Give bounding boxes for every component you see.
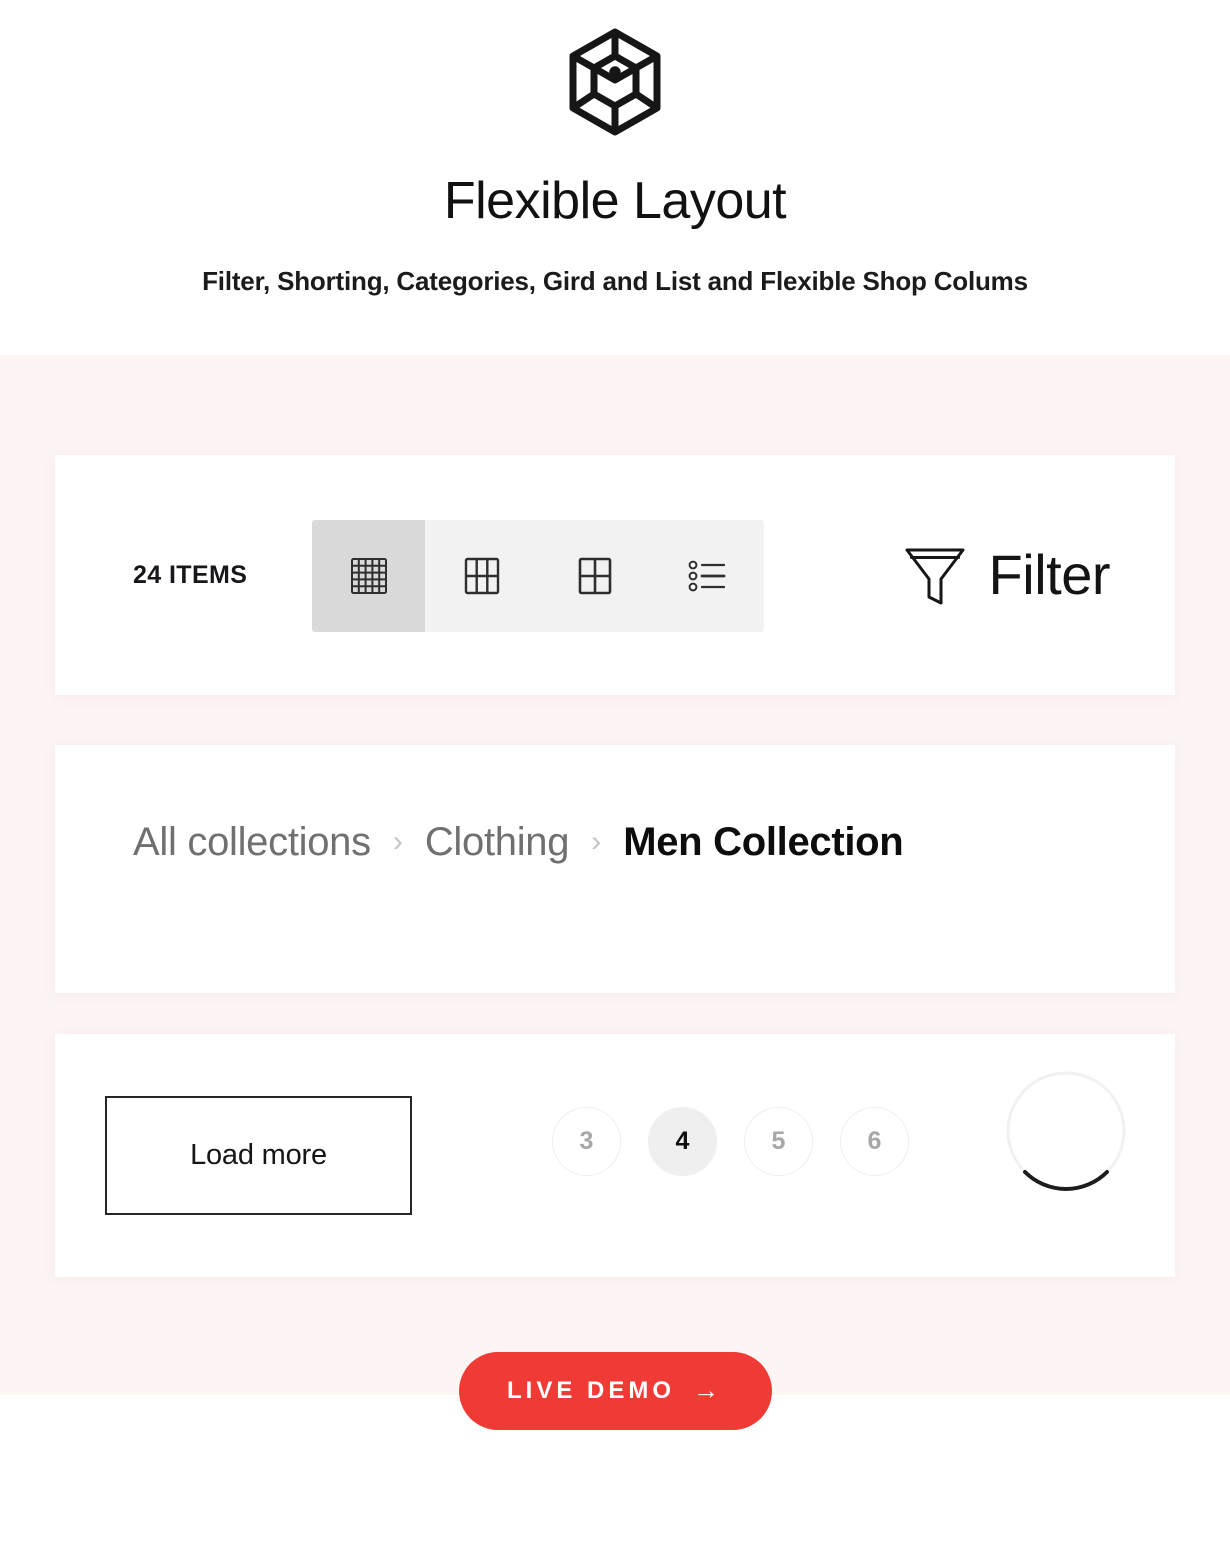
grid-dense-icon — [349, 556, 389, 596]
page-number-5[interactable]: 5 — [744, 1107, 813, 1176]
pagination-row: Load more 3 4 5 6 — [55, 1034, 1175, 1277]
view-mode-toggle-group[interactable] — [312, 520, 764, 632]
breadcrumb-card: All collections › Clothing › Men Collect… — [55, 745, 1175, 993]
breadcrumb-item-men-collection: Men Collection — [623, 820, 904, 864]
toolbar-row: 24 ITEMS Filter — [55, 455, 1175, 695]
page-number-6[interactable]: 6 — [840, 1107, 909, 1176]
funnel-icon — [903, 541, 967, 609]
view-mode-grid-3-col[interactable] — [425, 520, 538, 632]
grid-three-icon — [462, 556, 502, 596]
load-more-button[interactable]: Load more — [105, 1096, 412, 1215]
list-icon — [686, 556, 730, 596]
page-number-4[interactable]: 4 — [648, 1107, 717, 1176]
cta-container: LIVE DEMO → — [0, 1352, 1230, 1430]
breadcrumb-item-clothing[interactable]: Clothing — [425, 820, 570, 865]
live-demo-label: LIVE DEMO — [506, 1377, 675, 1404]
view-mode-list[interactable] — [651, 520, 764, 632]
hero-section: Flexible Layout Filter, Shorting, Catego… — [0, 0, 1230, 355]
flexible-layout-feature-page: Flexible Layout Filter, Shorting, Catego… — [0, 0, 1230, 1548]
toolbar-card: 24 ITEMS Filter — [55, 455, 1175, 695]
page-subtitle: Filter, Shorting, Categories, Gird and L… — [202, 266, 1028, 296]
page-number-3[interactable]: 3 — [552, 1107, 621, 1176]
live-demo-button[interactable]: LIVE DEMO → — [458, 1352, 772, 1430]
grid-two-icon — [575, 556, 615, 596]
items-count-label: 24 ITEMS — [133, 560, 248, 589]
chevron-right-icon: › — [392, 824, 403, 858]
filter-button[interactable]: Filter — [903, 541, 1111, 609]
filter-label: Filter — [988, 543, 1111, 606]
logo-container — [0, 28, 1230, 136]
cube-logo-icon — [569, 28, 661, 136]
page-title: Flexible Layout — [443, 172, 787, 230]
page-number-list: 3 4 5 6 — [552, 1107, 909, 1176]
pagination-card: Load more 3 4 5 6 — [55, 1034, 1175, 1277]
view-mode-grid-5-col[interactable] — [312, 520, 425, 632]
breadcrumb: All collections › Clothing › Men Collect… — [133, 820, 904, 865]
chevron-right-icon: › — [591, 824, 602, 858]
arrow-right-icon: → — [693, 1375, 723, 1405]
loading-spinner-icon — [1004, 1069, 1128, 1193]
view-mode-grid-2-col[interactable] — [538, 520, 651, 632]
breadcrumb-item-all-collections[interactable]: All collections — [133, 820, 371, 865]
